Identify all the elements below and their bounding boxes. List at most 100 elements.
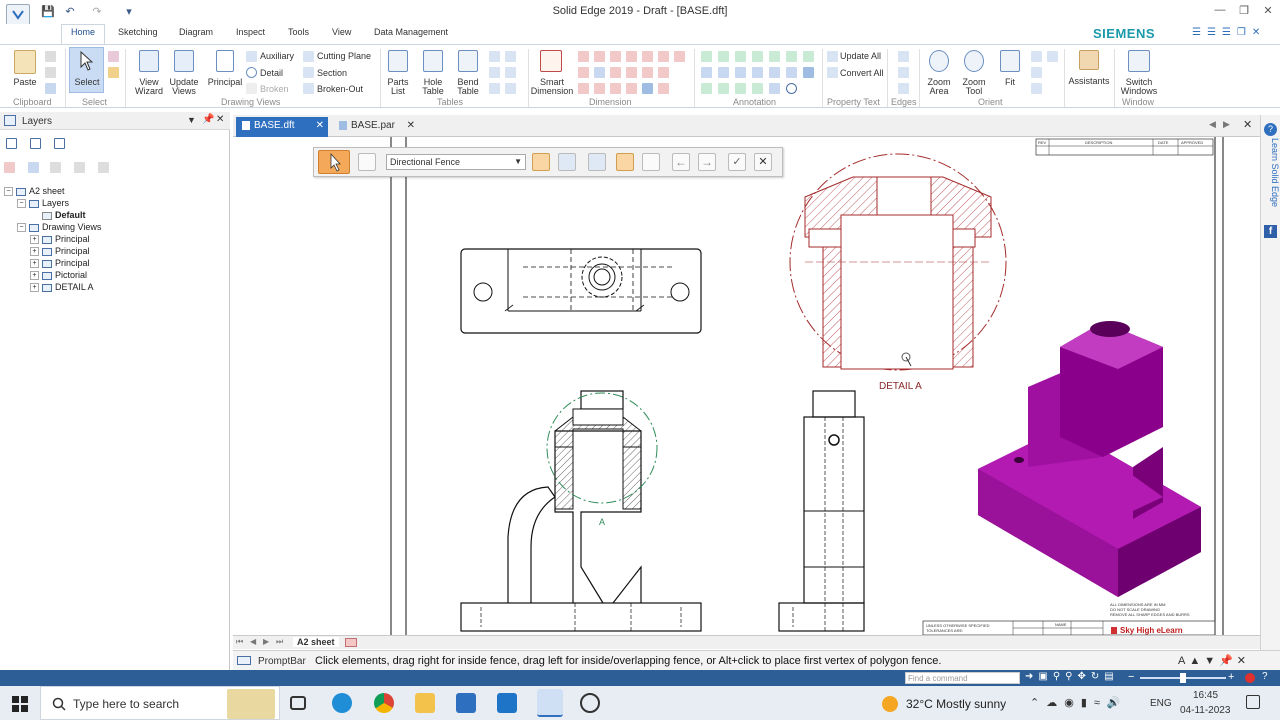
dim-tool-icon[interactable]: [594, 51, 605, 62]
broken-button[interactable]: Broken: [260, 84, 289, 94]
task-view-icon[interactable]: [290, 696, 306, 710]
panel-close-icon[interactable]: ✕: [216, 114, 224, 125]
edges-tool-icon[interactable]: [898, 51, 909, 62]
windows-start-icon[interactable]: [12, 696, 28, 712]
dim-tool-icon[interactable]: [642, 67, 653, 78]
table-tool-icon[interactable]: [489, 51, 500, 62]
tree-item[interactable]: + Principal: [30, 258, 90, 269]
tab-tools[interactable]: Tools: [288, 27, 309, 37]
panel-menu-icon[interactable]: ▼: [187, 115, 196, 125]
parts-list-icon[interactable]: [388, 50, 408, 72]
select-tool-icon[interactable]: [558, 153, 576, 171]
copy-icon[interactable]: [45, 67, 56, 78]
paste-icon[interactable]: [14, 50, 36, 74]
front-view[interactable]: [460, 390, 702, 632]
tab-home[interactable]: Home: [61, 24, 106, 44]
weather-icon[interactable]: [882, 696, 898, 712]
table-tool-icon[interactable]: [505, 83, 516, 94]
view-wizard-button[interactable]: View Wizard: [130, 78, 168, 96]
broken-out-button[interactable]: Broken-Out: [317, 84, 363, 94]
annot-tool-icon[interactable]: [718, 51, 729, 62]
status-help-icon[interactable]: ?: [1262, 671, 1268, 682]
tree-item[interactable]: − Layers: [17, 198, 69, 209]
tab-inspect[interactable]: Inspect: [236, 27, 265, 37]
hole-table-button[interactable]: Hole Table: [420, 78, 446, 96]
doc-tab-base-par[interactable]: BASE.par ✕: [333, 117, 417, 137]
dim-tool-icon[interactable]: [658, 83, 669, 94]
doc-tab-base-dft[interactable]: BASE.dft ✕: [236, 117, 328, 137]
notifications-icon[interactable]: [1246, 695, 1260, 709]
command-finder-input[interactable]: Find a command: [905, 672, 1020, 684]
table-tool-icon[interactable]: [505, 67, 516, 78]
update-views-button[interactable]: Update Views: [166, 78, 202, 96]
layer-tool-icon[interactable]: [74, 162, 85, 173]
help-circle-icon[interactable]: ?: [1264, 123, 1277, 136]
next-sheet-icon[interactable]: ▶: [263, 637, 269, 646]
annot-tool-icon[interactable]: [735, 67, 746, 78]
file-explorer-icon[interactable]: [415, 693, 435, 713]
annotation-tools[interactable]: [701, 49, 817, 95]
edges-tool-icon[interactable]: [898, 67, 909, 78]
dim-tool-icon[interactable]: [642, 51, 653, 62]
detail-button[interactable]: Detail: [260, 68, 283, 78]
cutting-plane-button[interactable]: Cutting Plane: [317, 51, 371, 61]
select-arrow-button[interactable]: [318, 150, 350, 174]
auxiliary-icon[interactable]: [246, 51, 257, 62]
annot-tool-icon[interactable]: [701, 83, 712, 94]
zoom-area-icon[interactable]: [929, 50, 949, 72]
orient-tool-icon[interactable]: [1031, 51, 1042, 62]
scroll-left-icon[interactable]: ◀: [1209, 119, 1216, 130]
select-tool-icon[interactable]: [588, 153, 606, 171]
record-icon[interactable]: [1245, 673, 1255, 683]
scroll-right-icon[interactable]: ▶: [1223, 119, 1230, 130]
dim-tool-icon[interactable]: [610, 51, 621, 62]
dim-tool-icon[interactable]: [610, 83, 621, 94]
dim-tool-icon[interactable]: [674, 51, 685, 62]
annot-tool-icon[interactable]: [752, 83, 763, 94]
cut-icon[interactable]: [45, 51, 56, 62]
pictorial-view[interactable]: [978, 321, 1201, 597]
clock-time[interactable]: 16:45: [1193, 690, 1218, 701]
cancel-icon[interactable]: ✕: [754, 153, 772, 171]
recorder-icon[interactable]: [580, 693, 600, 713]
fence-mode-select[interactable]: Directional Fence ▼: [386, 154, 526, 170]
layer-tool-icon[interactable]: [28, 162, 39, 173]
accept-icon[interactable]: ✓: [728, 153, 746, 171]
dim-tool-icon[interactable]: [626, 67, 637, 78]
dim-tool-icon[interactable]: [594, 67, 605, 78]
zoom-tool-button[interactable]: Zoom Tool: [959, 78, 989, 96]
dim-tool-icon[interactable]: [658, 67, 669, 78]
panel-tool-icon[interactable]: [6, 138, 17, 149]
tab-data-management[interactable]: Data Management: [374, 27, 448, 37]
tree-item[interactable]: + DETAIL A: [30, 282, 94, 293]
annot-tool-icon[interactable]: [701, 67, 712, 78]
annot-tool-icon[interactable]: [769, 51, 780, 62]
update-views-icon[interactable]: [174, 50, 194, 72]
previous-icon[interactable]: ←: [672, 153, 690, 171]
table-tool-icon[interactable]: [505, 51, 516, 62]
annot-tool-icon[interactable]: [786, 67, 797, 78]
detail-a-view[interactable]: [789, 153, 1007, 371]
annot-tool-icon[interactable]: [752, 67, 763, 78]
annot-tool-icon[interactable]: [803, 67, 814, 78]
switch-windows-button[interactable]: Switch Windows: [1116, 78, 1162, 96]
close-icon[interactable]: ✕: [1258, 4, 1278, 20]
bend-table-button[interactable]: Bend Table: [455, 78, 481, 96]
options-icon[interactable]: [358, 153, 376, 171]
facebook-icon[interactable]: f: [1264, 225, 1277, 238]
table-tool-icon[interactable]: [489, 67, 500, 78]
zoom-in-icon[interactable]: +: [1228, 671, 1234, 683]
collapse-icon[interactable]: −: [4, 187, 13, 197]
smart-dimension-icon[interactable]: [540, 50, 562, 72]
dim-tool-icon[interactable]: [578, 83, 589, 94]
annot-tool-icon[interactable]: [786, 51, 797, 62]
tab-sketching[interactable]: Sketching: [118, 27, 158, 37]
principal-icon[interactable]: [216, 50, 234, 72]
doc-tab-close-icon[interactable]: ✕: [316, 117, 324, 135]
solid-edge-taskbar-icon[interactable]: [537, 689, 563, 717]
annot-tool-icon[interactable]: [786, 83, 797, 94]
orient-tool-icon[interactable]: [1047, 51, 1058, 62]
bend-table-icon[interactable]: [458, 50, 478, 72]
expand-icon[interactable]: +: [30, 271, 39, 281]
restore-icon[interactable]: ❐: [1234, 4, 1254, 20]
